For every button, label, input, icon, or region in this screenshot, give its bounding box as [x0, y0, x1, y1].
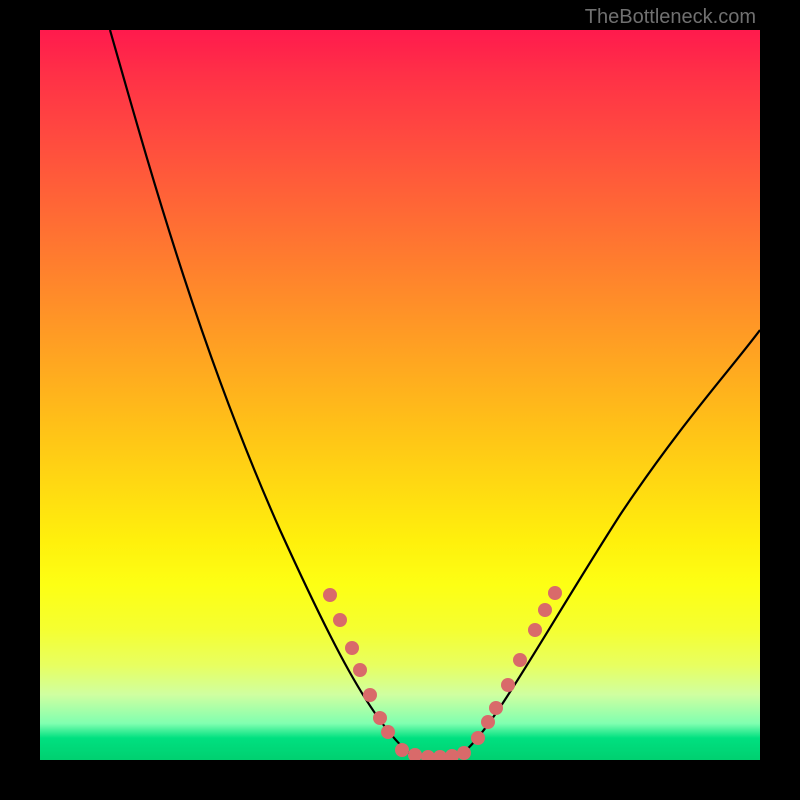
dots-left	[323, 588, 395, 739]
watermark-text: TheBottleneck.com	[585, 6, 756, 29]
chart-svg	[40, 30, 760, 760]
plot-area	[40, 30, 760, 760]
curve-path	[110, 30, 760, 757]
dots-right	[471, 586, 562, 745]
dots-bottom	[395, 743, 471, 760]
